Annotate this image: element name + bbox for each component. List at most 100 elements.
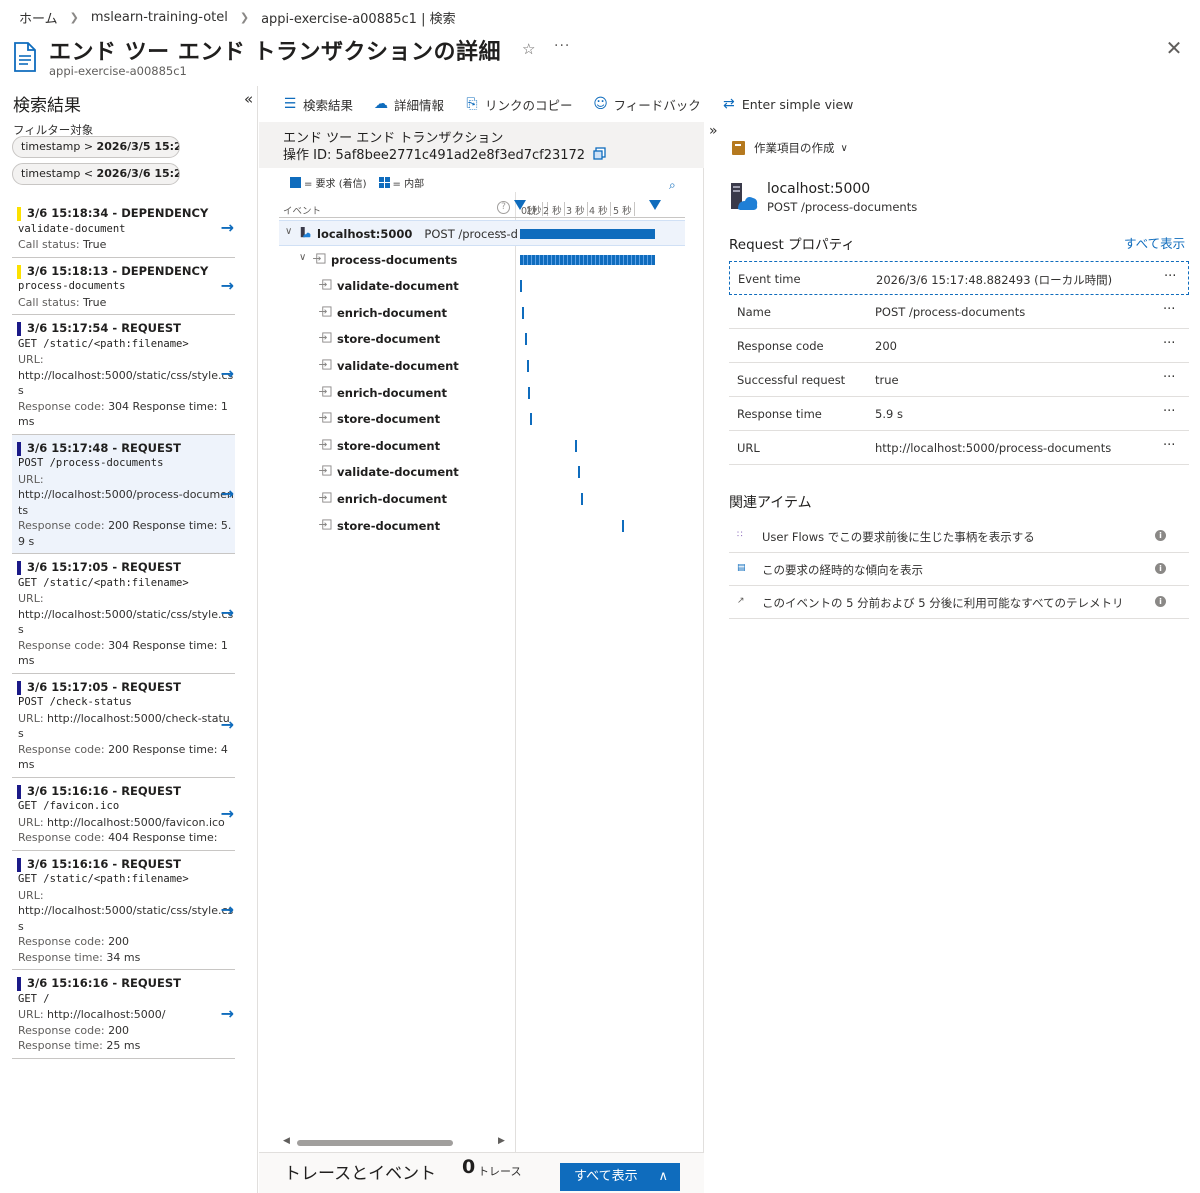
copy-icon[interactable]: [593, 147, 606, 160]
scrollbar-thumb[interactable]: [297, 1140, 453, 1146]
arrow-right-icon[interactable]: →: [221, 278, 234, 294]
show-all-traces-button[interactable]: すべて表示 ∧: [560, 1163, 680, 1191]
timeline-bar[interactable]: [528, 386, 530, 399]
more-options-icon[interactable]: ···: [1163, 404, 1175, 419]
event-name-text: store-document: [337, 518, 441, 533]
create-work-item-button[interactable]: 作業項目の作成 ∨: [732, 140, 848, 156]
timeline-row[interactable]: enrich-document: [279, 300, 685, 326]
result-detail-key: Response code:: [18, 638, 109, 652]
info-icon[interactable]: i: [1155, 596, 1166, 607]
result-item[interactable]: 3/6 15:18:34 - DEPENDENCY validate-docume…: [12, 200, 235, 258]
help-icon[interactable]: ?: [497, 201, 510, 214]
info-icon[interactable]: i: [1155, 563, 1166, 574]
expand-pane-icon[interactable]: »: [709, 123, 718, 139]
result-detail: URL: http://localhost:5000/check-status: [17, 711, 235, 742]
horizontal-scrollbar[interactable]: ◀ ▶: [283, 1136, 507, 1148]
filter-pill[interactable]: timestamp > 2026/3/5 15:20...: [12, 136, 180, 158]
timeline-row[interactable]: validate-document: [279, 273, 685, 299]
range-end-marker[interactable]: [649, 200, 661, 210]
timeline-row[interactable]: enrich-document: [279, 486, 685, 512]
timeline-bar[interactable]: [530, 413, 533, 426]
timeline-row[interactable]: validate-document: [279, 353, 685, 379]
property-row[interactable]: URL http://localhost:5000/process-documen…: [729, 431, 1189, 465]
close-icon[interactable]: ✕: [1164, 38, 1184, 58]
more-options-icon[interactable]: ···: [1163, 370, 1175, 385]
result-item[interactable]: 3/6 15:17:05 - REQUEST GET /static/<path:…: [12, 554, 235, 674]
more-options-icon[interactable]: ···: [554, 38, 570, 54]
property-row[interactable]: Name POST /process-documents ···: [729, 295, 1189, 329]
result-item[interactable]: 3/6 15:16:16 - REQUEST GET / URL: http://l…: [12, 970, 235, 1059]
arrow-right-icon[interactable]: →: [221, 902, 234, 918]
result-item[interactable]: 3/6 15:17:48 - REQUEST POST /process-docu…: [12, 434, 235, 554]
result-detail: Response code: 200 Response time: 5.9 s: [17, 518, 235, 549]
arrow-right-icon[interactable]: →: [221, 1006, 234, 1022]
pin-icon[interactable]: ☆: [522, 40, 540, 58]
arrow-right-icon[interactable]: →: [221, 605, 234, 621]
timeline-bar[interactable]: [621, 519, 624, 532]
more-options-icon[interactable]: ···: [495, 225, 506, 239]
more-options-icon[interactable]: ···: [1163, 336, 1175, 351]
search-icon[interactable]: ⌕: [669, 178, 676, 193]
filter-pill[interactable]: timestamp < 2026/3/6 15:20...: [12, 163, 180, 185]
info-icon[interactable]: i: [1155, 530, 1166, 541]
breadcrumb-resource-group[interactable]: mslearn-training-otel: [91, 10, 228, 25]
arrow-right-icon[interactable]: →: [221, 366, 234, 382]
copy-link-button[interactable]: ⎘ リンクのコピー: [464, 95, 572, 114]
result-item[interactable]: 3/6 15:16:16 - REQUEST GET /static/<path:…: [12, 851, 235, 970]
timeline-bar[interactable]: [578, 466, 581, 479]
result-item[interactable]: 3/6 15:17:54 - REQUEST GET /static/<path:…: [12, 315, 235, 435]
range-start-marker[interactable]: [514, 200, 526, 210]
timeline-bar[interactable]: [524, 333, 527, 346]
search-results-button[interactable]: ☰ 検索結果: [282, 95, 353, 114]
related-item[interactable]: ▤ この要求の経時的な傾向を表示 i: [729, 553, 1189, 586]
related-items-title: 関連アイテム: [729, 495, 812, 511]
property-row[interactable]: Event time 2026/3/6 15:17:48.882493 (ローカル…: [729, 261, 1189, 295]
scroll-right-icon[interactable]: ▶: [498, 1136, 505, 1146]
collapse-pane-icon[interactable]: «: [244, 90, 253, 108]
simple-view-button[interactable]: ⇄ Enter simple view: [721, 96, 853, 112]
property-row[interactable]: Response time 5.9 s ···: [729, 397, 1189, 431]
timeline-row[interactable]: store-document: [279, 406, 685, 432]
timeline-bar[interactable]: [526, 360, 529, 372]
result-item[interactable]: 3/6 15:18:13 - DEPENDENCY process-documen…: [12, 258, 235, 315]
result-operation: validate-document: [18, 222, 126, 235]
timeline-bar[interactable]: [520, 229, 655, 239]
related-item-text: このイベントの 5 分前および 5 分後に利用可能なすべてのテレメトリ: [762, 596, 1124, 610]
details-button[interactable]: ☁ 詳細情報: [373, 95, 444, 114]
timeline-row[interactable]: store-document: [279, 513, 685, 539]
related-item[interactable]: ∷ User Flows でこの要求前後に生じた事柄を表示する i: [729, 520, 1189, 553]
breadcrumb-home[interactable]: ホーム: [19, 8, 58, 27]
timeline-bar[interactable]: [580, 493, 583, 505]
timeline-bar[interactable]: [520, 280, 522, 293]
arrow-right-icon[interactable]: →: [221, 220, 234, 236]
property-row[interactable]: Response code 200 ···: [729, 329, 1189, 363]
arrow-right-icon[interactable]: →: [221, 486, 234, 502]
timeline-row[interactable]: validate-document: [279, 459, 685, 485]
timeline-row[interactable]: ∨ process-documents: [279, 247, 685, 273]
arrow-right-icon[interactable]: →: [221, 805, 234, 822]
property-row[interactable]: Successful request true ···: [729, 363, 1189, 397]
property-value: 5.9 s: [875, 407, 903, 421]
chevron-down-icon[interactable]: ∨: [285, 226, 292, 237]
feedback-button[interactable]: ☺ フィードバック: [593, 95, 701, 114]
telemetry-type-bar: [17, 857, 21, 872]
timeline-bar[interactable]: [574, 439, 577, 452]
timeline-row[interactable]: store-document: [279, 433, 685, 459]
timeline-row[interactable]: store-document: [279, 326, 685, 352]
timeline-bar[interactable]: [522, 306, 525, 319]
breadcrumb-search[interactable]: appi-exercise-a00885c1 | 検索: [261, 8, 456, 27]
timeline-bar[interactable]: [520, 254, 655, 265]
result-item[interactable]: 3/6 15:17:05 - REQUEST POST /check-status…: [12, 674, 235, 778]
page-subtitle: appi-exercise-a00885c1: [49, 64, 187, 78]
show-all-properties-link[interactable]: すべて表示: [1124, 233, 1185, 252]
more-options-icon[interactable]: ···: [1163, 302, 1175, 317]
timeline-row[interactable]: enrich-document: [279, 380, 685, 406]
more-options-icon[interactable]: ···: [1163, 438, 1175, 453]
arrow-right-icon[interactable]: →: [221, 717, 234, 733]
related-item[interactable]: ↗ このイベントの 5 分前および 5 分後に利用可能なすべてのテレメトリ i: [729, 586, 1189, 619]
more-options-icon[interactable]: ···: [1164, 269, 1176, 284]
result-item[interactable]: 3/6 15:16:16 - REQUEST GET /favicon.ico UR…: [12, 778, 235, 851]
scroll-left-icon[interactable]: ◀: [283, 1136, 290, 1146]
chevron-down-icon[interactable]: ∨: [299, 252, 306, 263]
timeline-row[interactable]: ∨ localhost:5000 POST /process-d ···: [279, 220, 685, 246]
